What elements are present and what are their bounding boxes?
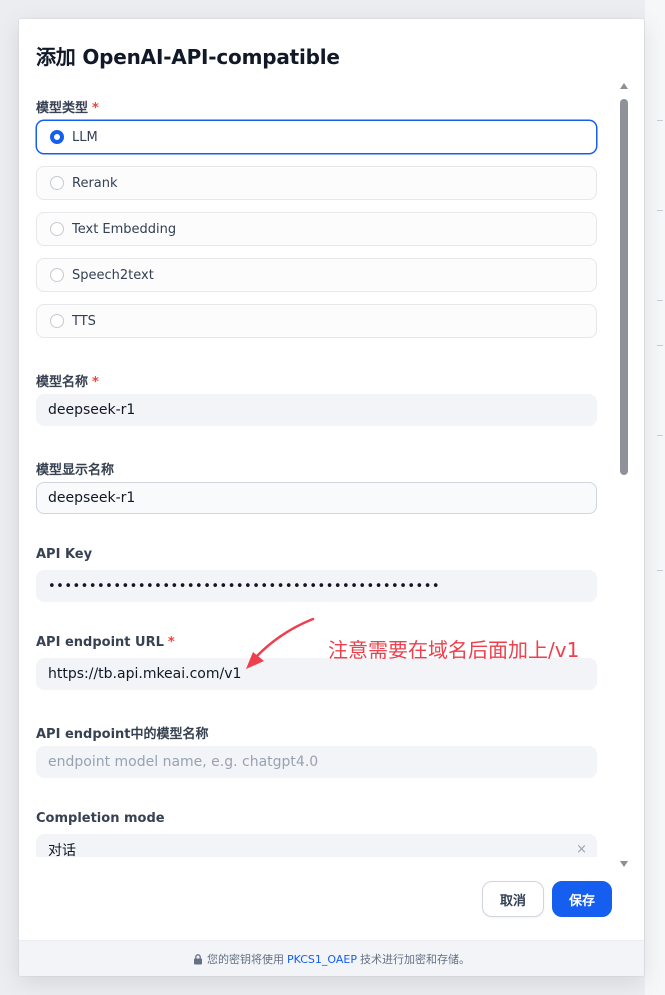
clear-icon[interactable]: ×: [576, 842, 587, 857]
dialog-title: 添加 OpenAI-API-compatible: [36, 45, 340, 69]
completion-mode-select[interactable]: 对话 ×: [36, 834, 597, 857]
radio-checked-icon: [50, 130, 64, 144]
model-type-label: 模型类型 *: [36, 101, 99, 116]
display-name-input[interactable]: deepseek-r1: [36, 482, 597, 514]
background-page: [645, 0, 665, 995]
radio-option-text-embedding[interactable]: Text Embedding: [36, 212, 597, 246]
completion-mode-value: 对话: [48, 843, 76, 857]
add-model-dialog: 添加 OpenAI-API-compatible 模型类型 * LLM Reran…: [19, 19, 644, 976]
radio-option-tts[interactable]: TTS: [36, 304, 597, 338]
display-name-label: 模型显示名称: [36, 463, 115, 478]
notice-prefix: 您的密钥将使用: [207, 953, 284, 966]
radio-label: Text Embedding: [72, 221, 177, 237]
notice-suffix: 技术进行加密和存储。: [359, 953, 470, 966]
form-scrollbar[interactable]: [617, 79, 633, 873]
radio-unchecked-icon: [50, 314, 64, 328]
radio-option-llm[interactable]: LLM: [36, 120, 597, 154]
pkcs-link[interactable]: PKCS1_OAEP: [287, 953, 357, 966]
form-scroll-area[interactable]: 模型类型 * LLM Rerank Text Embedding Speech2t…: [19, 89, 617, 857]
lock-icon: [194, 953, 202, 964]
radio-label: Speech2text: [72, 267, 154, 283]
radio-option-rerank[interactable]: Rerank: [36, 166, 597, 200]
scroll-up-arrow-icon[interactable]: [620, 83, 628, 89]
endpoint-model-name-input[interactable]: endpoint model name, e.g. chatgpt4.0: [36, 746, 597, 778]
radio-label: Rerank: [72, 175, 118, 191]
radio-option-speech2text[interactable]: Speech2text: [36, 258, 597, 292]
api-key-label: API Key: [36, 547, 93, 562]
radio-unchecked-icon: [50, 268, 64, 282]
encryption-notice: 您的密钥将使用 PKCS1_OAEP 技术进行加密和存储。: [19, 940, 644, 976]
radio-label: TTS: [72, 313, 96, 329]
api-key-input[interactable]: ••••••••••••••••••••••••••••••••••••••••…: [36, 570, 597, 602]
scrollbar-thumb[interactable]: [620, 99, 628, 475]
cancel-button[interactable]: 取消: [482, 881, 544, 917]
endpoint-model-name-label: API endpoint中的模型名称: [36, 727, 209, 742]
completion-mode-label: Completion mode: [36, 811, 165, 826]
model-name-label: 模型名称 *: [36, 375, 99, 390]
annotation-arrow-icon: [246, 617, 315, 669]
radio-unchecked-icon: [50, 176, 64, 190]
save-button[interactable]: 保存: [552, 881, 612, 917]
radio-unchecked-icon: [50, 222, 64, 236]
radio-label: LLM: [72, 129, 98, 145]
scroll-down-arrow-icon[interactable]: [620, 861, 628, 867]
model-name-input[interactable]: deepseek-r1: [36, 394, 597, 426]
endpoint-url-label: API endpoint URL *: [36, 635, 175, 650]
annotation-note: 注意需要在域名后面加上/v1: [328, 638, 580, 662]
